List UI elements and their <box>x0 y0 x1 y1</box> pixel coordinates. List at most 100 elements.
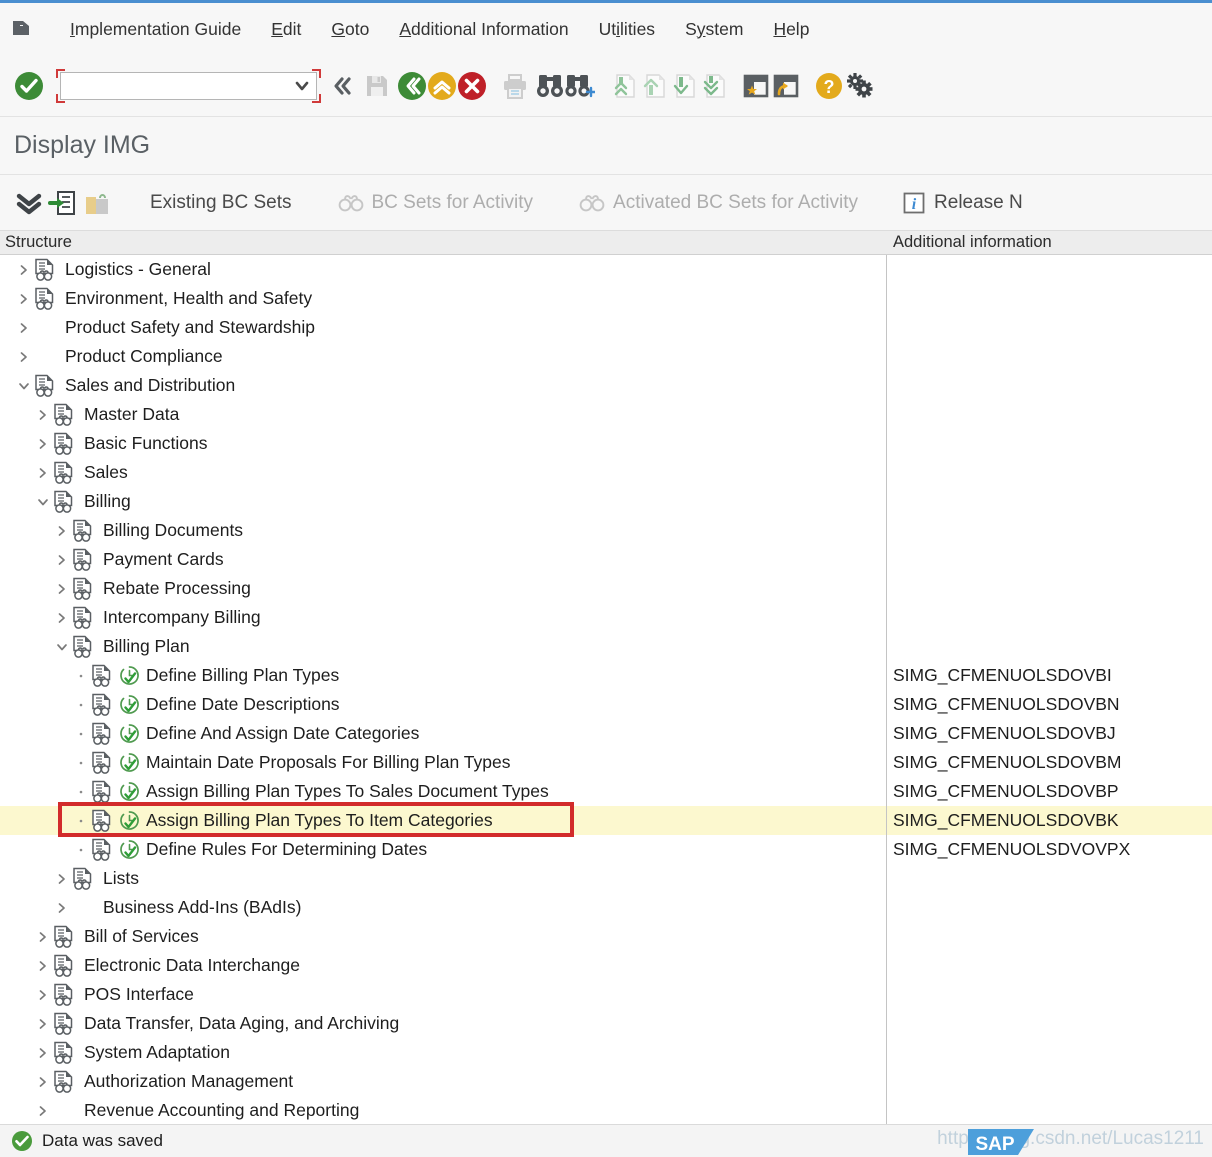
app-toolbar-button-release-n[interactable]: i Release N <box>896 191 1029 215</box>
chevron-right-icon[interactable] <box>35 980 51 1009</box>
customize-local-layout-icon[interactable] <box>844 71 874 101</box>
tree-row[interactable]: System Adaptation <box>0 1038 1212 1067</box>
column-divider[interactable] <box>886 255 887 1124</box>
collapse-command-field-icon[interactable] <box>327 71 357 101</box>
create-favorite-icon[interactable] <box>741 71 771 101</box>
tree-row-content: Define Billing Plan Types <box>73 661 339 690</box>
chevron-right-icon[interactable] <box>35 1009 51 1038</box>
tree-row[interactable]: Assign Billing Plan Types To Sales Docum… <box>0 777 1212 806</box>
chevron-right-icon[interactable] <box>54 574 70 603</box>
chevron-right-icon[interactable] <box>35 1067 51 1096</box>
tree-row[interactable]: Intercompany Billing <box>0 603 1212 632</box>
tree-row[interactable]: Master Data <box>0 400 1212 429</box>
sap-system-menu-icon[interactable] <box>9 16 35 42</box>
chevron-down-icon[interactable] <box>54 632 70 661</box>
tree-row[interactable]: Assign Billing Plan Types To Item Catego… <box>0 806 1212 835</box>
chevron-right-icon[interactable] <box>16 284 32 313</box>
tree-row[interactable]: Payment Cards <box>0 545 1212 574</box>
tree-row[interactable]: Billing <box>0 487 1212 516</box>
img-structure-icon <box>51 458 77 487</box>
column-header-additional-information[interactable]: Additional information <box>893 233 1052 252</box>
tree-row[interactable]: Lists <box>0 864 1212 893</box>
tree-row[interactable]: Maintain Date Proposals For Billing Plan… <box>0 748 1212 777</box>
tree-row[interactable]: Basic Functions <box>0 429 1212 458</box>
menu-item-additional-information[interactable]: Additional Information <box>384 19 583 40</box>
tree-row[interactable]: Rebate Processing <box>0 574 1212 603</box>
tree-row[interactable]: Bill of Services <box>0 922 1212 951</box>
chevron-right-icon[interactable] <box>35 400 51 429</box>
chevron-right-icon[interactable] <box>54 603 70 632</box>
menu-item-utilities[interactable]: Utilities <box>584 19 670 40</box>
chevron-right-icon[interactable] <box>35 1038 51 1067</box>
execute-activity-icon[interactable] <box>117 777 141 806</box>
help-icon[interactable]: ? <box>814 71 844 101</box>
info-icon: i <box>902 191 926 215</box>
tree-row[interactable]: Product Compliance <box>0 342 1212 371</box>
create-shortcut-icon[interactable] <box>771 71 801 101</box>
chevron-right-icon[interactable] <box>54 545 70 574</box>
exit-icon[interactable] <box>427 71 457 101</box>
enter-continue-icon[interactable] <box>14 71 44 101</box>
release-folder-icon[interactable] <box>80 186 114 220</box>
tree-row[interactable]: Authorization Management <box>0 1067 1212 1096</box>
execute-activity-icon[interactable] <box>117 748 141 777</box>
print-icon[interactable] <box>500 71 530 101</box>
previous-page-icon[interactable] <box>638 71 668 101</box>
cancel-icon[interactable] <box>457 71 487 101</box>
tree-row[interactable]: Business Add-Ins (BAdIs) <box>0 893 1212 922</box>
menu-item-system[interactable]: System <box>670 19 758 40</box>
command-input[interactable] <box>65 73 289 98</box>
execute-activity-icon[interactable] <box>117 719 141 748</box>
tree-row[interactable]: Electronic Data Interchange <box>0 951 1212 980</box>
chevron-right-icon[interactable] <box>35 458 51 487</box>
execute-activity-icon[interactable] <box>117 661 141 690</box>
find-next-icon[interactable] <box>565 71 595 101</box>
chevron-right-icon[interactable] <box>54 516 70 545</box>
column-header-structure[interactable]: Structure <box>5 233 72 252</box>
chevron-right-icon[interactable] <box>54 864 70 893</box>
first-page-icon[interactable] <box>608 71 638 101</box>
tree-row[interactable]: Define Billing Plan Types SIMG_CFMENUOLSD… <box>0 661 1212 690</box>
execute-activity-icon[interactable] <box>117 690 141 719</box>
app-toolbar-button-existing-bc-sets[interactable]: Existing BC Sets <box>144 192 298 214</box>
chevron-right-icon[interactable] <box>35 1096 51 1124</box>
tree-row[interactable]: Define Rules For Determining Dates SIMG_C… <box>0 835 1212 864</box>
last-page-icon[interactable] <box>698 71 728 101</box>
tree-row[interactable]: Billing Documents <box>0 516 1212 545</box>
menu-item-goto[interactable]: Goto <box>316 19 384 40</box>
chevron-right-icon[interactable] <box>16 255 32 284</box>
expand-all-icon[interactable] <box>12 186 46 220</box>
tree-row[interactable]: Sales <box>0 458 1212 487</box>
chevron-right-icon[interactable] <box>54 893 70 922</box>
menu-item-implementation-guide[interactable]: Implementation Guide <box>55 19 256 40</box>
tree-row[interactable]: POS Interface <box>0 980 1212 1009</box>
chevron-right-icon[interactable] <box>16 342 32 371</box>
tree-row[interactable]: Logistics - General <box>0 255 1212 284</box>
chevron-down-icon[interactable] <box>35 487 51 516</box>
tree-row[interactable]: Define Date Descriptions SIMG_CFMENUOLSDO… <box>0 690 1212 719</box>
chevron-right-icon[interactable] <box>35 429 51 458</box>
tree-row[interactable]: Revenue Accounting and Reporting <box>0 1096 1212 1124</box>
app-toolbar-button-activated-bc-sets-for-activity[interactable]: Activated BC Sets for Activity <box>573 192 864 214</box>
chevron-right-icon[interactable] <box>35 922 51 951</box>
tree-row[interactable]: Data Transfer, Data Aging, and Archiving <box>0 1009 1212 1038</box>
menu-item-edit[interactable]: Edit <box>256 19 316 40</box>
next-page-icon[interactable] <box>668 71 698 101</box>
execute-activity-icon[interactable] <box>117 806 141 835</box>
tree-row[interactable]: Billing Plan <box>0 632 1212 661</box>
menu-item-help[interactable]: Help <box>758 19 824 40</box>
tree-row[interactable]: Product Safety and Stewardship <box>0 313 1212 342</box>
tree-row[interactable]: Sales and Distribution <box>0 371 1212 400</box>
chevron-right-icon[interactable] <box>35 951 51 980</box>
back-icon[interactable] <box>397 71 427 101</box>
chevron-down-icon[interactable] <box>16 371 32 400</box>
find-icon[interactable] <box>535 71 565 101</box>
chevron-right-icon[interactable] <box>16 313 32 342</box>
tree-row[interactable]: Define And Assign Date Categories SIMG_CF… <box>0 719 1212 748</box>
execute-activity-icon[interactable] <box>117 835 141 864</box>
tree-row[interactable]: Environment, Health and Safety <box>0 284 1212 313</box>
goto-activity-icon[interactable] <box>46 186 80 220</box>
app-toolbar-button-bc-sets-for-activity[interactable]: BC Sets for Activity <box>332 192 540 214</box>
save-icon[interactable] <box>362 71 392 101</box>
command-field[interactable] <box>60 71 317 100</box>
